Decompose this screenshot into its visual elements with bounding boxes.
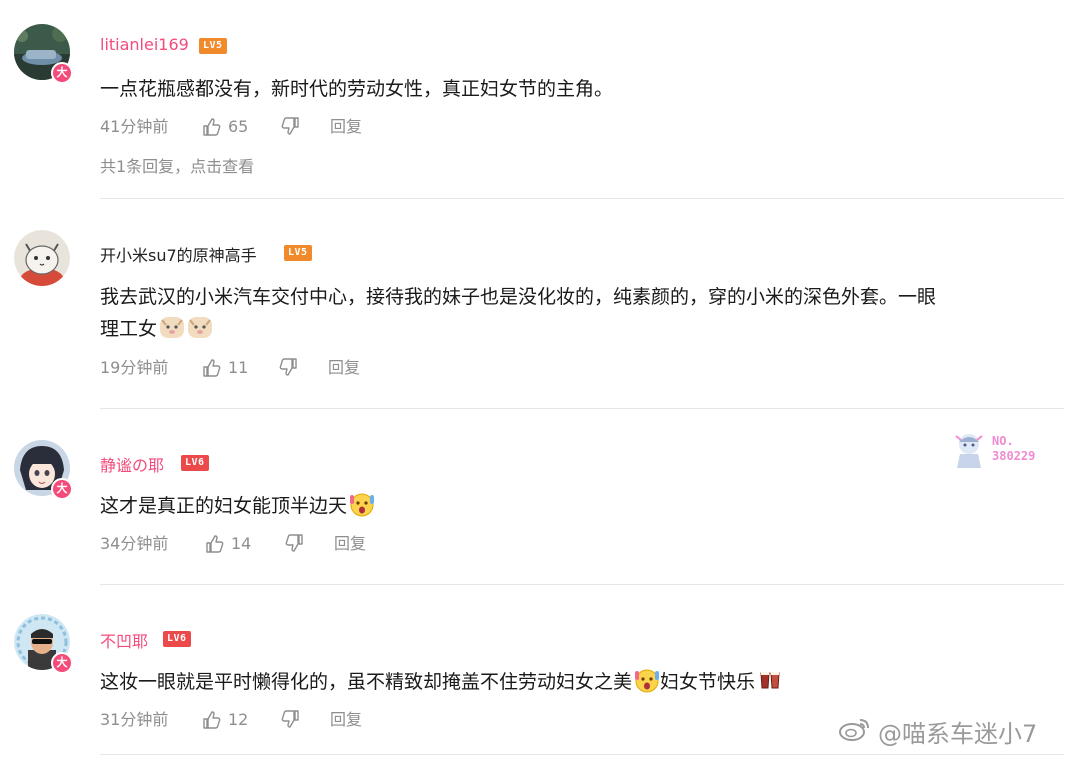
reply-button[interactable]: 回复	[330, 116, 362, 138]
shocked-emoji	[634, 667, 660, 693]
comment-text-fragment: 理工女	[100, 318, 158, 340]
level-badge: LV6	[163, 631, 191, 647]
level-badge: LV5	[199, 38, 227, 54]
level-badge: LV6	[181, 455, 209, 471]
verified-badge: 大	[51, 478, 73, 500]
dislike-button[interactable]	[280, 116, 300, 136]
watermark: @喵系车迷小7	[838, 714, 1037, 749]
avatar[interactable]	[14, 230, 70, 286]
divider	[100, 198, 1064, 199]
verified-badge: 大	[51, 652, 73, 674]
cheers-emoji	[757, 667, 783, 693]
timestamp: 31分钟前	[100, 710, 169, 729]
doge-emoji	[187, 314, 213, 340]
comment-text: 我去武汉的小米汽车交付中心，接待我的妹子也是没化妆的，纯素颜的，穿的小米的深色外…	[100, 281, 936, 345]
thumbs-up-icon	[202, 358, 222, 378]
comment-meta: 41分钟前 65 回复	[100, 116, 500, 138]
weibo-logo-icon	[838, 716, 872, 748]
comment-meta: 19分钟前 11 回复	[100, 357, 500, 379]
thumbs-down-icon	[280, 709, 300, 729]
comment-text: 这妆一眼就是平时懒得化的，虽不精致却掩盖不住劳动妇女之美 妇女节快乐	[100, 666, 783, 698]
like-count: 11	[228, 358, 249, 377]
like-button[interactable]: 11	[202, 357, 248, 379]
like-button[interactable]: 14	[205, 533, 251, 555]
like-count: 65	[228, 117, 249, 136]
username[interactable]: 不凹耶	[100, 628, 148, 652]
shocked-emoji	[349, 491, 375, 517]
dislike-button[interactable]	[284, 533, 304, 553]
reply-button[interactable]: 回复	[328, 357, 360, 379]
username[interactable]: litianlei169	[100, 35, 189, 54]
comment-text: 这才是真正的妇女能顶半边天	[100, 490, 375, 522]
divider	[100, 584, 1064, 585]
comment-text: 一点花瓶感都没有，新时代的劳动女性，真正妇女节的主角。	[100, 73, 613, 105]
fan-badge-label: NO.	[992, 434, 1014, 448]
timestamp: 41分钟前	[100, 117, 169, 136]
thumbs-up-icon	[202, 710, 222, 730]
divider	[100, 408, 1064, 409]
comment-text-line: 一点花瓶感都没有，新时代的劳动女性，真正妇女节的主角。	[100, 78, 614, 100]
username[interactable]: 开小米su7的原神高手	[100, 242, 257, 266]
divider	[100, 754, 1064, 755]
dislike-button[interactable]	[280, 709, 300, 729]
level-badge: LV5	[284, 245, 312, 261]
watermark-text: @喵系车迷小7	[878, 720, 1038, 748]
like-count: 12	[228, 710, 249, 729]
thumbs-down-icon	[284, 533, 304, 553]
comment-text-line: 这妆一眼就是平时懒得化的，虽不精致却掩盖不住劳动妇女之美	[100, 671, 633, 693]
fan-badge-card[interactable]: NO. 380229	[952, 430, 1052, 470]
reply-button[interactable]: 回复	[330, 709, 362, 731]
fan-badge-number: NO. 380229	[992, 434, 1035, 464]
comment-meta: 34分钟前 14 回复	[100, 533, 500, 555]
like-count: 14	[231, 534, 252, 553]
dislike-button[interactable]	[278, 357, 298, 377]
comment-text-line: 我去武汉的小米汽车交付中心，接待我的妹子也是没化妆的，纯素颜的，穿的小米的深色外…	[100, 286, 937, 308]
timestamp: 19分钟前	[100, 358, 169, 377]
timestamp: 34分钟前	[100, 534, 169, 553]
comment-text-line: 理工女	[100, 313, 936, 345]
verified-badge: 大	[51, 62, 73, 84]
like-button[interactable]: 12	[202, 709, 248, 731]
comment-text-fragment: 妇女节快乐	[660, 671, 756, 693]
character-icon	[952, 430, 986, 470]
like-button[interactable]: 65	[202, 116, 248, 138]
thumbs-up-icon	[205, 534, 225, 554]
doge-emoji	[159, 314, 185, 340]
fan-badge-value: 380229	[992, 449, 1036, 463]
view-replies-link[interactable]: 共1条回复，点击查看	[100, 153, 254, 177]
comment-meta: 31分钟前 12 回复	[100, 709, 500, 731]
username[interactable]: 静谧の耶	[100, 452, 164, 476]
comment-text-line: 这才是真正的妇女能顶半边天	[100, 495, 348, 517]
thumbs-up-icon	[202, 117, 222, 137]
thumbs-down-icon	[278, 357, 298, 377]
thumbs-down-icon	[280, 116, 300, 136]
reply-button[interactable]: 回复	[334, 533, 366, 555]
